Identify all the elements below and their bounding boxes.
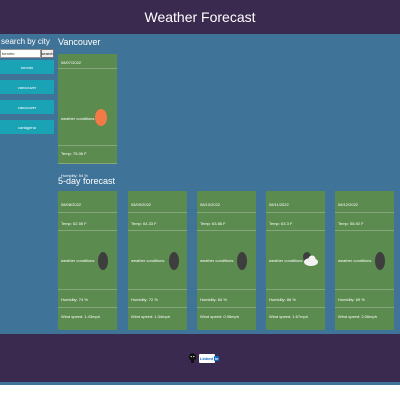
forecast-title: 5-day forecast [58,176,116,186]
app-header: Weather Forecast [0,0,400,34]
forecast-wind: Wind speed: 1.43mph [61,314,100,319]
current-temp: Temp: 75.06 F [61,151,87,156]
forecast-date: 08/08/2022 [61,202,82,207]
forecast-wind: Wind speed: 2.06mph [338,314,377,319]
divider [335,289,394,290]
forecast-card: 08/10/2022 Temp: 63.86 F weather conditi… [197,191,256,330]
sun-icon [95,109,107,126]
linkedin-label: Linked [200,356,213,361]
history-button-cartagena[interactable]: cartagena [0,120,54,134]
current-weather-card: 08/07/2022 weather conditions Temp: 75.0… [58,54,117,178]
history-button-toronto[interactable]: toronto [0,60,54,74]
cloud-icon [303,252,318,266]
forecast-temp: Temp: 63.3 F [269,221,293,226]
forecast-date: 08/11/2022 [269,202,289,207]
divider [266,212,325,213]
forecast-humidity: Humidity: 86 % [269,297,296,302]
divider [58,68,117,69]
divider [58,230,117,231]
forecast-wind: Wind speed: 0.98mph [200,314,239,319]
history-button-vancouver-2[interactable]: vancouver [0,100,54,114]
search-row: search [0,49,54,58]
forecast-date: 08/12/2022 [338,202,359,207]
forecast-temp: Temp: 64.33 F [131,221,157,226]
divider [58,289,117,290]
forecast-temp: Temp: 58.92 F [338,221,364,226]
sidebar: search by city search toronto vancouver … [0,37,54,140]
dark-cloud-icon [169,252,179,270]
forecast-wind: Wind speed: 1.67mph [269,314,308,319]
forecast-card: 08/08/2022 Temp: 62.55 F weather conditi… [58,191,117,330]
sidebar-title: search by city [1,37,50,46]
bottom-divider [0,382,400,385]
divider [58,307,117,308]
divider [128,230,187,231]
forecast-humidity: Humidity: 74 % [61,297,88,302]
bottom-strip [0,382,400,400]
divider [197,212,256,213]
forecast-humidity: Humidity: 72 % [131,297,158,302]
search-button[interactable]: search [41,49,54,58]
forecast-conditions: weather conditions [338,258,372,263]
forecast-date: 08/09/2022 [131,202,152,207]
forecast-card: 08/09/2022 Temp: 64.33 F weather conditi… [128,191,187,330]
divider [58,212,117,213]
forecast-temp: Temp: 63.86 F [200,221,226,226]
current-conditions-label: weather conditions [61,116,95,121]
forecast-conditions: weather conditions [61,258,95,263]
divider [58,145,117,146]
search-input[interactable] [0,49,41,58]
divider [266,230,325,231]
city-name: Vancouver [58,37,101,47]
forecast-conditions: weather conditions [200,258,234,263]
forecast-conditions: weather conditions [131,258,165,263]
divider [128,289,187,290]
current-date: 08/07/2022 [61,60,82,65]
page-title: Weather Forecast [144,9,256,25]
search-history: toronto vancouver vancouver cartagena [0,60,54,134]
divider [266,289,325,290]
dark-cloud-icon [375,252,385,270]
forecast-card: 08/11/2022 Temp: 63.3 F weather conditio… [266,191,325,330]
forecast-conditions: weather conditions [269,258,303,263]
divider [266,307,325,308]
github-icon[interactable] [188,353,197,363]
linkedin-icon[interactable]: Linked in [199,354,220,363]
forecast-humidity: Humidity: 69 % [338,297,365,302]
divider [335,230,394,231]
linkedin-in-badge: in [213,356,220,361]
divider [197,307,256,308]
divider [335,212,394,213]
history-button-vancouver[interactable]: vancouver [0,80,54,94]
divider [128,212,187,213]
dark-cloud-icon [237,252,247,270]
forecast-temp: Temp: 62.55 F [61,221,87,226]
main-area: search by city search toronto vancouver … [0,34,400,334]
forecast-humidity: Humidity: 84 % [200,297,227,302]
forecast-wind: Wind speed: 1.34mph [131,314,170,319]
dark-cloud-icon [98,252,108,270]
divider [197,230,256,231]
forecast-card: 08/12/2022 Temp: 58.92 F weather conditi… [335,191,394,330]
divider [197,289,256,290]
divider [58,163,117,164]
divider [128,307,187,308]
forecast-date: 08/10/2022 [200,202,221,207]
divider [335,307,394,308]
